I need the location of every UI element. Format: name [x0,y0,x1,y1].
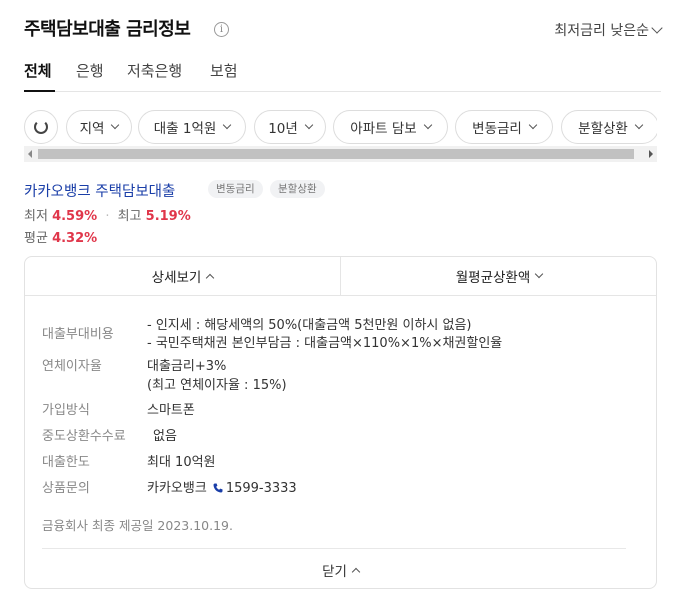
tab-monthly-label: 월평균상환액 [455,270,531,286]
sort-dropdown[interactable]: 최저금리 낮은순 [554,20,663,40]
close-label: 닫기 [322,564,347,580]
max-rate-label: 최고 [117,209,142,224]
overdue-rate-line2: (최고 연체이자율 : 15%) [147,378,287,393]
min-rate-label: 최저 [24,209,48,224]
filter-rate-type[interactable]: 변동금리 [455,110,553,144]
inquiry-label: 상품문의 [42,481,90,496]
loan-limit-label: 대출한도 [42,455,90,470]
header: 주택담보대출 금리정보 i 최저금리 낮은순 [24,17,663,47]
page-title: 주택담보대출 금리정보 [24,19,191,40]
horizontal-scrollbar[interactable] [24,146,657,162]
filter-bar: 지역 대출 1억원 10년 아파트 담보 변동금리 분할상환 [24,110,657,146]
chevron-down-icon [634,120,644,130]
max-rate-value: 5.19% [145,209,191,224]
filter-loan-amount-label: 대출 1억원 [153,121,217,137]
extra-cost-line1: - 인지세 : 해당세액의 50%(대출금액 5천만원 이하시 없음) [147,318,472,333]
filter-region-label: 지역 [79,121,105,137]
tab-savings-bank[interactable]: 저축은행 [127,60,182,81]
avg-rate: 평균 4.32% [24,227,97,246]
extra-cost-label: 대출부대비용 [42,327,114,342]
chevron-down-icon [304,120,314,130]
inquiry-value: 카카오뱅크 1599-3333 [147,480,297,498]
prepayment-fee-label: 중도상환수수료 [42,429,126,444]
tab-bank[interactable]: 은행 [76,60,104,81]
filter-region[interactable]: 지역 [66,110,132,144]
provided-date-note: 금융회사 최종 제공일 2023.10.19. [42,518,233,533]
overdue-rate-line1: 대출금리+3% [147,359,227,374]
min-rate-value: 4.59% [52,209,98,224]
inquiry-phone[interactable]: 1599-3333 [226,481,297,496]
filter-repayment[interactable]: 분할상환 [561,110,657,144]
badge-rate-type: 변동금리 [208,180,263,198]
filter-collateral-label: 아파트 담보 [350,121,417,137]
filter-period[interactable]: 10년 [254,110,326,144]
filter-repayment-label: 분할상환 [578,121,628,137]
info-icon[interactable]: i [214,22,229,37]
join-method-value: 스마트폰 [147,403,195,418]
filter-loan-amount[interactable]: 대출 1억원 [138,110,246,144]
sort-label: 최저금리 낮은순 [554,23,649,39]
close-detail-button[interactable]: 닫기 [25,560,656,580]
scroll-left-icon[interactable] [28,150,32,158]
tab-all[interactable]: 전체 [24,60,52,81]
separator-dot: · [105,209,110,224]
rate-range: 최저 4.59% · 최고 5.19% [24,205,191,224]
filter-rate-type-label: 변동금리 [472,121,522,137]
detail-tabs: 상세보기 월평균상환액 [25,257,656,296]
tab-detail[interactable]: 상세보기 [25,257,341,295]
phone-icon [213,483,223,493]
prepayment-fee-value: 없음 [153,429,177,444]
tab-insurance[interactable]: 보험 [210,60,238,81]
tab-monthly-repayment[interactable]: 월평균상환액 [341,257,657,295]
avg-rate-value: 4.32% [52,231,98,246]
scroll-right-icon[interactable] [649,150,653,158]
chevron-down-icon [535,269,544,279]
loan-limit-value: 최대 10억원 [147,455,216,470]
chevron-down-icon [423,120,432,130]
chevron-up-icon [351,567,361,577]
overdue-rate-label: 연체이자율 [42,359,102,374]
chevron-down-icon [111,120,120,130]
chevron-down-icon [528,120,538,130]
product-name-link[interactable]: 카카오뱅크 주택담보대출 [24,180,175,201]
chevron-down-icon [223,120,232,130]
category-tabs: 전체 은행 저축은행 보험 [24,58,661,92]
avg-rate-label: 평균 [24,231,48,246]
chevron-down-icon [651,22,663,34]
join-method-label: 가입방식 [42,403,90,418]
refresh-button[interactable] [24,110,58,144]
chevron-up-icon [206,273,215,283]
detail-panel: 상세보기 월평균상환액 대출부대비용 - 인지세 : 해당세액의 50%(대출금… [24,256,657,589]
active-tab-indicator [24,90,55,92]
inquiry-company: 카카오뱅크 [147,481,207,496]
refresh-icon [34,120,48,134]
filter-period-label: 10년 [268,121,298,137]
filter-collateral[interactable]: 아파트 담보 [333,110,448,144]
extra-cost-line2: - 국민주택채권 본인부담금 : 대출금액×110%×1%×채권할인율 [147,336,503,351]
divider [42,548,626,549]
badge-repayment: 분할상환 [270,180,325,198]
tab-detail-label: 상세보기 [151,270,202,286]
scrollbar-thumb[interactable] [38,149,634,159]
